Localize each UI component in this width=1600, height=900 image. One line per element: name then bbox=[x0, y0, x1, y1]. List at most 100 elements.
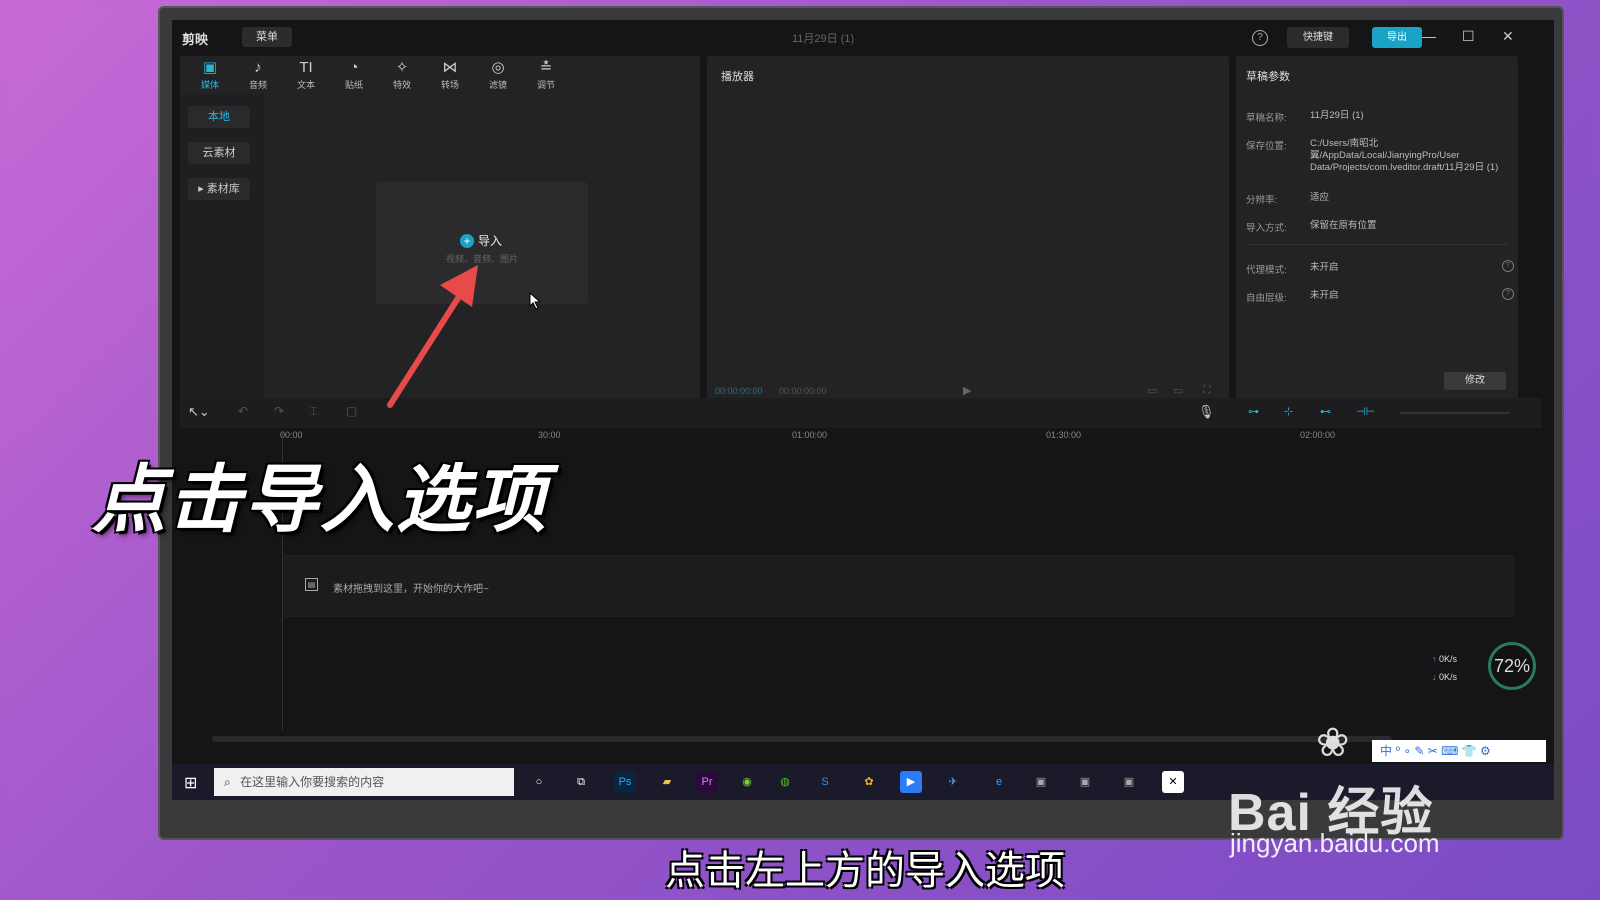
divider bbox=[1246, 244, 1508, 245]
redo-icon[interactable]: ↷ bbox=[274, 404, 284, 418]
effects-icon: ✧ bbox=[395, 59, 409, 76]
headline-overlay: 点击导入选项 bbox=[92, 458, 548, 541]
draft-title: 草稿参数 bbox=[1246, 71, 1290, 83]
edge-icon[interactable]: e bbox=[988, 771, 1010, 793]
app-logo: 剪映 bbox=[182, 32, 209, 47]
taskbar-search[interactable]: ⌕ 在这里输入你要搜索的内容 bbox=[214, 768, 514, 796]
sidebar-item-local[interactable]: 本地 bbox=[188, 106, 250, 128]
import-button[interactable]: + 导入 bbox=[460, 232, 502, 249]
app-icon[interactable]: ▶ bbox=[900, 771, 922, 793]
mail-icon[interactable]: ✈ bbox=[942, 771, 964, 793]
jianying-icon[interactable]: ✕ bbox=[1162, 771, 1184, 793]
media-sidebar: 本地 云素材 ▸ 素材库 bbox=[180, 94, 264, 414]
tab-audio[interactable]: ♪ 音频 bbox=[238, 56, 278, 94]
upload-speed: 0K/s bbox=[1439, 654, 1458, 664]
ruler-label: 01:30:00 bbox=[1046, 430, 1082, 440]
tab-transition[interactable]: ⋈ 转场 bbox=[430, 56, 470, 94]
prop-label: 导入方式: bbox=[1246, 223, 1287, 234]
align-icon[interactable]: ⊣⊢ bbox=[1356, 405, 1375, 418]
text-icon: TI bbox=[299, 59, 313, 76]
info-icon[interactable]: ? bbox=[1502, 260, 1514, 272]
app-icon[interactable]: ▣ bbox=[1074, 771, 1096, 793]
tab-adjust[interactable]: ≛ 调节 bbox=[526, 56, 566, 94]
prop-value: 未开启 bbox=[1310, 262, 1339, 273]
preview-axis-icon[interactable]: ⊷ bbox=[1320, 405, 1331, 418]
microphone-icon[interactable]: 🎙 bbox=[1198, 404, 1215, 420]
play-icon[interactable]: ▶ bbox=[963, 384, 971, 397]
ruler-label: 02:00:00 bbox=[1300, 430, 1336, 440]
tab-media[interactable]: ▣ 媒体 bbox=[190, 56, 230, 94]
cursor-icon bbox=[529, 292, 541, 310]
menu-button[interactable]: 菜单 bbox=[242, 27, 292, 47]
film-icon: ▤ bbox=[305, 578, 318, 591]
snap-icon[interactable]: ⊹ bbox=[1284, 405, 1293, 418]
tab-sticker[interactable]: ◔ 贴纸 bbox=[334, 56, 374, 94]
help-icon[interactable]: ? bbox=[1252, 30, 1268, 46]
sidebar-item-cloud[interactable]: 云素材 bbox=[188, 142, 250, 164]
fullscreen-icon[interactable]: ⛶ bbox=[1203, 384, 1211, 397]
media-icon: ▣ bbox=[202, 59, 218, 76]
download-speed: 0K/s bbox=[1439, 672, 1458, 682]
prop-label: 代理模式: bbox=[1246, 265, 1287, 276]
photos-icon[interactable]: ✿ bbox=[858, 771, 880, 793]
windows-start-icon[interactable]: ⊞ bbox=[184, 773, 197, 793]
prop-label: 分辨率: bbox=[1246, 195, 1278, 206]
delete-icon[interactable]: ▢ bbox=[346, 404, 357, 418]
subtitle-caption: 点击左上方的导入选项 bbox=[665, 849, 1065, 893]
link-icon[interactable]: ⊶ bbox=[1248, 405, 1259, 418]
prop-label: 草稿名称: bbox=[1246, 113, 1287, 124]
adjust-icon: ≛ bbox=[539, 59, 553, 76]
zoom-slider[interactable] bbox=[1400, 412, 1510, 414]
tab-filter[interactable]: ◎ 滤镜 bbox=[478, 56, 518, 94]
taskview-icon[interactable]: ⧉ bbox=[570, 771, 592, 793]
cortana-icon[interactable]: ○ bbox=[528, 771, 550, 793]
draft-panel: 草稿参数 草稿名称: 11月29日 (1) 保存位置: C:/Users/南昭北… bbox=[1236, 56, 1518, 414]
prop-label: 自由层级: bbox=[1246, 293, 1287, 304]
close-icon[interactable]: ✕ bbox=[1502, 28, 1514, 45]
prop-value: C:/Users/南昭北翼/AppData/Local/JianyingPro/… bbox=[1310, 138, 1499, 173]
main-track-dropzone[interactable]: ▤ 素材拖拽到这里，开始你的大作吧~ bbox=[284, 555, 1514, 617]
media-toolbar: ▣ 媒体 ♪ 音频 TI 文本 ◔ 贴纸 ✧ 特效 ⋈ 转场 ◎ 滤镜 ≛ 调节 bbox=[180, 56, 692, 94]
timeline-scrollbar[interactable] bbox=[212, 736, 1392, 742]
app-icon[interactable]: ▣ bbox=[1118, 771, 1140, 793]
prop-value: 11月29日 (1) bbox=[1310, 110, 1364, 121]
app-icon[interactable]: ▣ bbox=[1030, 771, 1052, 793]
baidu-paw-icon: ❀ bbox=[1316, 721, 1350, 765]
undo-icon[interactable]: ↶ bbox=[238, 404, 248, 418]
ratio-icon[interactable]: ▭ bbox=[1173, 384, 1183, 397]
info-icon[interactable]: ? bbox=[1502, 288, 1514, 300]
cpu-gauge: 72% bbox=[1488, 642, 1536, 690]
premiere-icon[interactable]: Pr bbox=[696, 771, 718, 793]
prop-value: 适应 bbox=[1310, 192, 1330, 203]
document-title: 11月29日 (1) bbox=[792, 33, 855, 45]
prop-value: 未开启 bbox=[1310, 290, 1339, 301]
sidebar-item-library[interactable]: ▸ 素材库 bbox=[188, 178, 250, 200]
folder-icon[interactable]: ▰ bbox=[656, 771, 678, 793]
sogou-icon[interactable]: S bbox=[814, 771, 836, 793]
maximize-icon[interactable]: ☐ bbox=[1462, 28, 1475, 45]
shortcut-button[interactable]: 快捷键 bbox=[1287, 27, 1349, 48]
tab-text[interactable]: TI 文本 bbox=[286, 56, 326, 94]
chrome-icon[interactable]: ◉ bbox=[736, 771, 758, 793]
plus-icon: + bbox=[460, 234, 474, 248]
title-bar: 剪映 菜单 11月29日 (1) ? 快捷键 导出 — ☐ ✕ bbox=[172, 20, 1554, 56]
player-current-time: 00:00:00:00 bbox=[715, 386, 763, 396]
net-speed-widget: ↑ 0K/s ↓ 0K/s bbox=[1432, 654, 1458, 682]
audio-icon: ♪ bbox=[254, 59, 262, 76]
modify-button[interactable]: 修改 bbox=[1444, 372, 1506, 390]
minimize-icon[interactable]: — bbox=[1422, 28, 1436, 44]
search-icon: ⌕ bbox=[224, 775, 231, 789]
tab-effects[interactable]: ✧ 特效 bbox=[382, 56, 422, 94]
player-total-time: 00:00:00:00 bbox=[779, 386, 827, 396]
select-tool-icon[interactable]: ↖⌄ bbox=[188, 404, 210, 420]
wechat-icon[interactable]: ◍ bbox=[774, 771, 796, 793]
prop-label: 保存位置: bbox=[1246, 141, 1287, 152]
photoshop-icon[interactable]: Ps bbox=[614, 771, 636, 793]
track-hint: 素材拖拽到这里，开始你的大作吧~ bbox=[333, 584, 489, 595]
split-icon[interactable]: ⌶ bbox=[310, 404, 317, 419]
prop-value: 保留在原有位置 bbox=[1310, 220, 1377, 231]
ruler-label: 01:00:00 bbox=[792, 430, 828, 440]
ime-toolbar[interactable]: 中 ⁰ ∘ ✎ ✂ ⌨ 👕 ⚙ bbox=[1372, 740, 1546, 762]
export-button[interactable]: 导出 bbox=[1372, 27, 1422, 48]
waveform-icon[interactable]: ▭ bbox=[1147, 384, 1157, 397]
